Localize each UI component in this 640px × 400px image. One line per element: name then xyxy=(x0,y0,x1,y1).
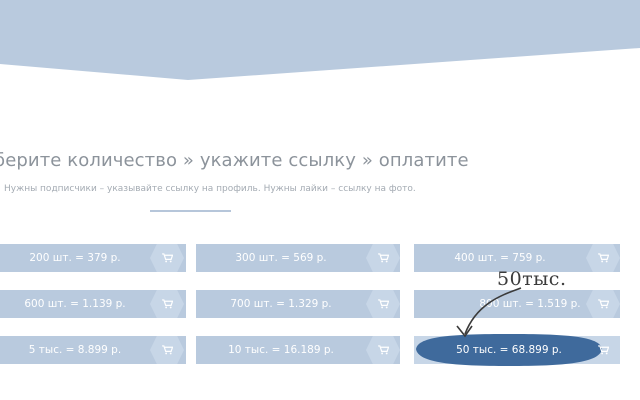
option-200[interactable]: 200 шт. = 379 р. xyxy=(0,244,186,272)
shopping-cart-icon xyxy=(161,253,173,263)
shopping-cart-icon xyxy=(161,345,173,355)
curved-arrow-icon xyxy=(456,287,522,338)
divider xyxy=(150,210,231,212)
shopping-cart-icon xyxy=(377,253,389,263)
cart-button[interactable] xyxy=(150,290,184,318)
option-label: 5 тыс. = 8.899 р. xyxy=(28,344,122,356)
option-label: 10 тыс. = 16.189 р. xyxy=(228,344,334,356)
shopping-cart-icon xyxy=(597,345,609,355)
cart-button[interactable] xyxy=(366,336,400,364)
option-300[interactable]: 300 шт. = 569 р. xyxy=(196,244,400,272)
option-label: 600 шт. = 1.139 р. xyxy=(24,298,126,310)
option-label: 200 шт. = 379 р. xyxy=(29,252,121,264)
instructions-text: Нужны подписчики – указывайте ссылку на … xyxy=(4,184,416,194)
cart-button[interactable] xyxy=(150,336,184,364)
cart-button[interactable] xyxy=(586,336,620,364)
top-banner xyxy=(0,0,640,80)
option-label: 300 шт. = 569 р. xyxy=(235,252,327,264)
option-600[interactable]: 600 шт. = 1.139 р. xyxy=(0,290,186,318)
shopping-cart-icon xyxy=(597,299,609,309)
cart-button[interactable] xyxy=(366,244,400,272)
option-700[interactable]: 700 шт. = 1.329 р. xyxy=(196,290,400,318)
cart-button[interactable] xyxy=(366,290,400,318)
shopping-cart-icon xyxy=(377,299,389,309)
cart-button[interactable] xyxy=(586,290,620,318)
shopping-cart-icon xyxy=(597,253,609,263)
shopping-cart-icon xyxy=(377,345,389,355)
option-5k[interactable]: 5 тыс. = 8.899 р. xyxy=(0,336,186,364)
option-10k[interactable]: 10 тыс. = 16.189 р. xyxy=(196,336,400,364)
shopping-cart-icon xyxy=(161,299,173,309)
cart-button[interactable] xyxy=(586,244,620,272)
option-label: 700 шт. = 1.329 р. xyxy=(230,298,332,310)
page-heading: берите количество » укажите ссылку » опл… xyxy=(0,150,469,171)
cart-button[interactable] xyxy=(150,244,184,272)
